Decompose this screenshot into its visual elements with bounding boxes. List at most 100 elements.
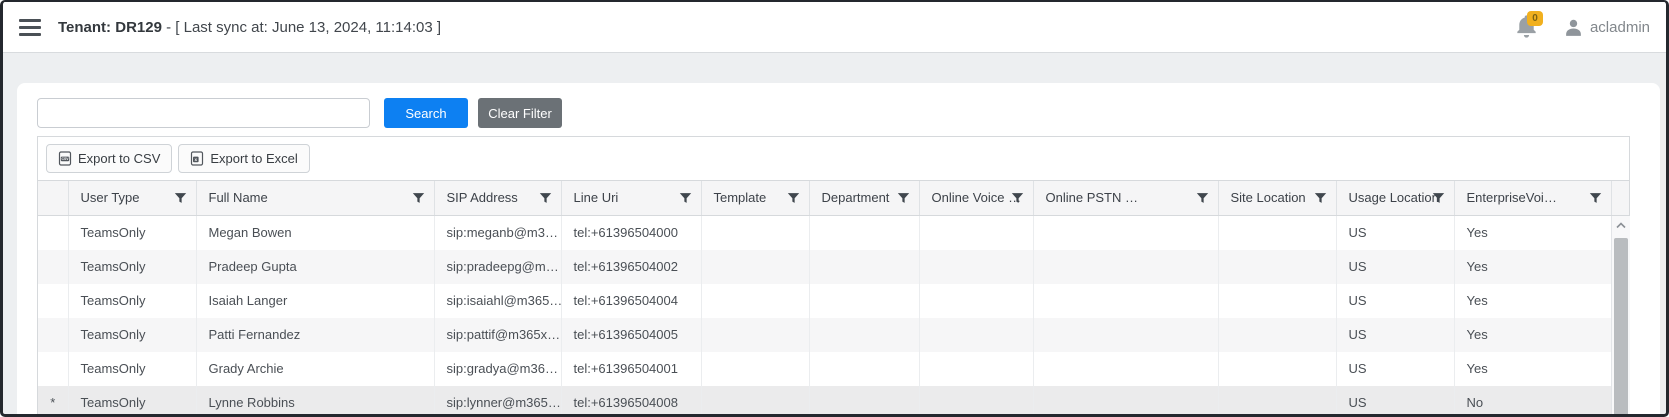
- cell-department[interactable]: [809, 216, 919, 250]
- cell-user-type[interactable]: TeamsOnly: [68, 216, 196, 250]
- column-header-online-voice[interactable]: Online Voice …: [919, 181, 1033, 215]
- cell-usage-location[interactable]: US: [1336, 352, 1454, 386]
- column-header-line-uri[interactable]: Line Uri: [561, 181, 701, 215]
- cell-line-uri[interactable]: tel:+61396504001: [561, 352, 701, 386]
- cell-user-type[interactable]: TeamsOnly: [68, 318, 196, 352]
- user-menu[interactable]: acladmin: [1564, 18, 1652, 37]
- cell-online-pstn[interactable]: [1033, 216, 1218, 250]
- cell-enterprise-voice[interactable]: Yes: [1454, 318, 1611, 352]
- column-header-site-location[interactable]: Site Location: [1218, 181, 1336, 215]
- funnel-icon[interactable]: [679, 191, 692, 204]
- cell-site-location[interactable]: [1218, 284, 1336, 318]
- column-header-enterprise-voice[interactable]: EnterpriseVoi…: [1454, 181, 1611, 215]
- cell-user-type[interactable]: TeamsOnly: [68, 386, 196, 417]
- cell-department[interactable]: [809, 386, 919, 417]
- cell-template[interactable]: [701, 386, 809, 417]
- cell-site-location[interactable]: [1218, 250, 1336, 284]
- column-header-department[interactable]: Department: [809, 181, 919, 215]
- funnel-icon[interactable]: [412, 191, 425, 204]
- cell-department[interactable]: [809, 352, 919, 386]
- cell-enterprise-voice[interactable]: Yes: [1454, 352, 1611, 386]
- clear-filter-button[interactable]: Clear Filter: [478, 98, 562, 128]
- funnel-icon[interactable]: [539, 191, 552, 204]
- cell-template[interactable]: [701, 352, 809, 386]
- cell-usage-location[interactable]: US: [1336, 284, 1454, 318]
- cell-full-name[interactable]: Lynne Robbins: [196, 386, 434, 417]
- cell-user-type[interactable]: TeamsOnly: [68, 250, 196, 284]
- column-header-usage-location[interactable]: Usage Location: [1336, 181, 1454, 215]
- excel-file-icon: x: [190, 151, 204, 166]
- cell-enterprise-voice[interactable]: Yes: [1454, 250, 1611, 284]
- vertical-scrollbar[interactable]: [1611, 216, 1630, 417]
- funnel-icon[interactable]: [174, 191, 187, 204]
- cell-usage-location[interactable]: US: [1336, 216, 1454, 250]
- cell-online-voice[interactable]: [919, 284, 1033, 318]
- cell-online-pstn[interactable]: [1033, 318, 1218, 352]
- cell-template[interactable]: [701, 318, 809, 352]
- cell-department[interactable]: [809, 284, 919, 318]
- cell-online-voice[interactable]: [919, 216, 1033, 250]
- notifications-button[interactable]: 0: [1516, 15, 1538, 39]
- cell-enterprise-voice[interactable]: Yes: [1454, 284, 1611, 318]
- cell-line-uri[interactable]: tel:+61396504005: [561, 318, 701, 352]
- cell-full-name[interactable]: Patti Fernandez: [196, 318, 434, 352]
- search-input[interactable]: [37, 98, 370, 128]
- cell-usage-location[interactable]: US: [1336, 386, 1454, 417]
- cell-enterprise-voice[interactable]: Yes: [1454, 216, 1611, 250]
- cell-online-voice[interactable]: [919, 318, 1033, 352]
- funnel-icon[interactable]: [787, 191, 800, 204]
- cell-sip-address[interactable]: sip:lynner@m365…: [434, 386, 561, 417]
- cell-online-voice[interactable]: [919, 250, 1033, 284]
- funnel-icon[interactable]: [1432, 191, 1445, 204]
- cell-line-uri[interactable]: tel:+61396504004: [561, 284, 701, 318]
- funnel-icon[interactable]: [1589, 191, 1602, 204]
- cell-online-voice[interactable]: [919, 352, 1033, 386]
- cell-site-location[interactable]: [1218, 216, 1336, 250]
- cell-sip-address[interactable]: sip:isaiahl@m365…: [434, 284, 561, 318]
- cell-online-pstn[interactable]: [1033, 250, 1218, 284]
- cell-line-uri[interactable]: tel:+61396504000: [561, 216, 701, 250]
- chevron-up-icon[interactable]: [1612, 216, 1630, 236]
- scrollbar-thumb[interactable]: [1614, 238, 1628, 417]
- cell-user-type[interactable]: TeamsOnly: [68, 352, 196, 386]
- cell-online-pstn[interactable]: [1033, 284, 1218, 318]
- cell-full-name[interactable]: Pradeep Gupta: [196, 250, 434, 284]
- cell-template[interactable]: [701, 216, 809, 250]
- cell-site-location[interactable]: [1218, 318, 1336, 352]
- search-button[interactable]: Search: [384, 98, 468, 128]
- column-header-user-type[interactable]: User Type: [68, 181, 196, 215]
- cell-sip-address[interactable]: sip:pradeepg@m…: [434, 250, 561, 284]
- menu-icon[interactable]: [19, 19, 41, 36]
- cell-full-name[interactable]: Grady Archie: [196, 352, 434, 386]
- cell-sip-address[interactable]: sip:gradya@m36…: [434, 352, 561, 386]
- cell-template[interactable]: [701, 250, 809, 284]
- export-csv-button[interactable]: CSV Export to CSV: [46, 144, 172, 173]
- cell-full-name[interactable]: Megan Bowen: [196, 216, 434, 250]
- cell-department[interactable]: [809, 250, 919, 284]
- column-header-online-pstn[interactable]: Online PSTN …: [1033, 181, 1218, 215]
- cell-site-location[interactable]: [1218, 386, 1336, 417]
- cell-sip-address[interactable]: sip:meganb@m3…: [434, 216, 561, 250]
- cell-template[interactable]: [701, 284, 809, 318]
- export-excel-button[interactable]: x Export to Excel: [178, 144, 309, 173]
- cell-site-location[interactable]: [1218, 352, 1336, 386]
- column-header-full-name[interactable]: Full Name: [196, 181, 434, 215]
- funnel-icon[interactable]: [897, 191, 910, 204]
- cell-line-uri[interactable]: tel:+61396504002: [561, 250, 701, 284]
- funnel-icon[interactable]: [1011, 191, 1024, 204]
- cell-full-name[interactable]: Isaiah Langer: [196, 284, 434, 318]
- cell-user-type[interactable]: TeamsOnly: [68, 284, 196, 318]
- cell-online-voice[interactable]: [919, 386, 1033, 417]
- cell-usage-location[interactable]: US: [1336, 318, 1454, 352]
- cell-enterprise-voice[interactable]: No: [1454, 386, 1611, 417]
- column-header-sip-address[interactable]: SIP Address: [434, 181, 561, 215]
- cell-online-pstn[interactable]: [1033, 386, 1218, 417]
- cell-online-pstn[interactable]: [1033, 352, 1218, 386]
- cell-sip-address[interactable]: sip:pattif@m365x…: [434, 318, 561, 352]
- cell-line-uri[interactable]: tel:+61396504008: [561, 386, 701, 417]
- cell-usage-location[interactable]: US: [1336, 250, 1454, 284]
- cell-department[interactable]: [809, 318, 919, 352]
- column-header-template[interactable]: Template: [701, 181, 809, 215]
- funnel-icon[interactable]: [1196, 191, 1209, 204]
- funnel-icon[interactable]: [1314, 191, 1327, 204]
